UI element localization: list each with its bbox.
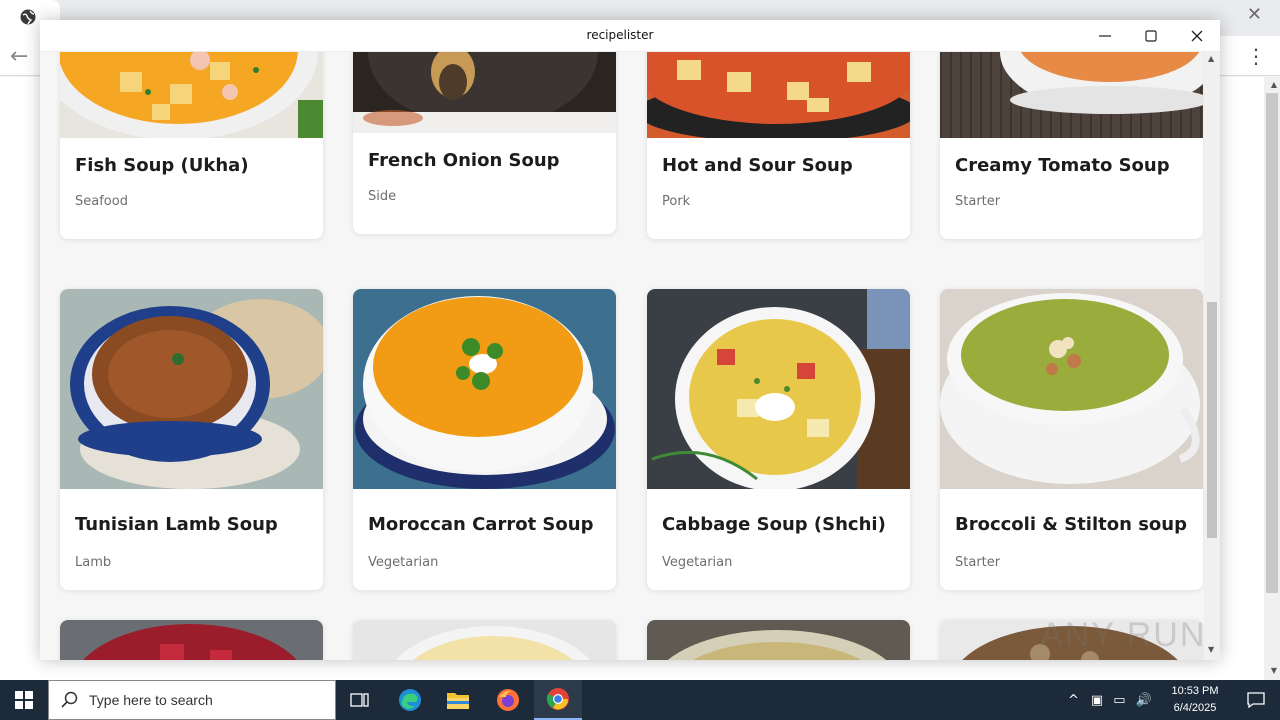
recipe-card[interactable]: Broccoli & Stilton soup Starter <box>940 289 1203 590</box>
recipe-image <box>353 620 616 660</box>
recipe-category: Seafood <box>75 194 128 209</box>
chevron-up-icon[interactable]: ^ <box>1068 693 1079 708</box>
recipe-title: French Onion Soup <box>368 150 560 171</box>
browser-close-icon[interactable]: ✕ <box>1247 4 1262 25</box>
back-arrow-icon[interactable]: ← <box>10 44 28 69</box>
maximize-button[interactable] <box>1128 20 1174 52</box>
recipe-image <box>60 620 323 660</box>
taskbar: Type here to search ^ ▣ ▭ 🔊 10:53 PM 6/4… <box>0 680 1280 720</box>
task-view-button[interactable] <box>336 680 384 720</box>
recipe-image <box>940 52 1203 138</box>
globe-icon <box>20 9 36 25</box>
watermark: ANY RUN <box>1040 616 1207 654</box>
network-icon[interactable]: ▭ <box>1113 693 1125 708</box>
search-placeholder: Type here to search <box>89 692 213 708</box>
firefox-taskbar-button[interactable] <box>484 680 532 720</box>
window-title: recipelister <box>586 28 654 42</box>
browser-scroll-down-icon[interactable]: ▼ <box>1271 666 1277 675</box>
recipe-grid[interactable]: Fish Soup (Ukha) Seafood French Onion So… <box>40 52 1220 660</box>
recipe-image <box>353 289 616 489</box>
notification-icon <box>1247 692 1265 708</box>
recipe-card[interactable] <box>647 620 910 660</box>
recipe-card[interactable] <box>60 620 323 660</box>
recipe-image <box>940 289 1203 489</box>
system-tray: ^ ▣ ▭ 🔊 <box>1068 680 1152 720</box>
app-window: recipelister Fish Soup (Ukha) Seafood Fr… <box>40 20 1220 660</box>
close-icon <box>1191 30 1203 42</box>
chrome-taskbar-button[interactable] <box>534 680 582 720</box>
recipe-title: Cabbage Soup (Shchi) <box>662 514 886 535</box>
scroll-down-icon[interactable]: ▼ <box>1208 645 1214 654</box>
close-button[interactable] <box>1174 20 1220 52</box>
recipe-category: Vegetarian <box>662 555 733 570</box>
taskbar-clock[interactable]: 10:53 PM 6/4/2025 <box>1160 683 1230 717</box>
recipe-card[interactable]: Tunisian Lamb Soup Lamb <box>60 289 323 590</box>
minimize-icon <box>1099 35 1111 37</box>
search-icon <box>61 691 78 708</box>
recipe-card[interactable]: Cabbage Soup (Shchi) Vegetarian <box>647 289 910 590</box>
recipe-card[interactable]: French Onion Soup Side <box>353 52 616 234</box>
recipe-title: Moroccan Carrot Soup <box>368 514 594 535</box>
recipe-category: Vegetarian <box>368 555 439 570</box>
recipe-card[interactable]: Moroccan Carrot Soup Vegetarian <box>353 289 616 590</box>
recipe-image <box>647 52 910 138</box>
browser-scrollbar-thumb[interactable] <box>1266 93 1278 593</box>
recipe-card[interactable]: Fish Soup (Ukha) Seafood <box>60 52 323 239</box>
recipe-card[interactable] <box>353 620 616 660</box>
device-icon[interactable]: ▣ <box>1091 693 1103 708</box>
scroll-up-icon[interactable]: ▲ <box>1208 54 1214 63</box>
recipe-category: Pork <box>662 194 691 209</box>
recipe-title: Hot and Sour Soup <box>662 155 853 176</box>
scrollbar-thumb[interactable] <box>1207 302 1217 538</box>
volume-icon[interactable]: 🔊 <box>1136 693 1152 708</box>
recipe-category: Starter <box>955 555 1001 570</box>
recipe-title: Tunisian Lamb Soup <box>75 514 278 535</box>
recipe-title: Broccoli & Stilton soup <box>955 514 1187 535</box>
recipe-title: Creamy Tomato Soup <box>955 155 1170 176</box>
edge-taskbar-button[interactable] <box>386 680 434 720</box>
edge-icon <box>399 689 421 711</box>
taskbar-search-box[interactable]: Type here to search <box>48 680 336 720</box>
recipe-category: Side <box>368 189 397 204</box>
recipe-image <box>647 620 910 660</box>
recipe-card[interactable]: Creamy Tomato Soup Starter <box>940 52 1203 239</box>
minimize-button[interactable] <box>1082 20 1128 52</box>
notifications-button[interactable] <box>1232 680 1280 720</box>
recipe-image <box>353 52 616 133</box>
clock-date: 6/4/2025 <box>1173 702 1217 714</box>
recipe-card[interactable]: Hot and Sour Soup Pork <box>647 52 910 239</box>
recipe-title: Fish Soup (Ukha) <box>75 155 249 176</box>
clock-time: 10:53 PM <box>1171 685 1219 697</box>
firefox-icon <box>497 689 519 711</box>
maximize-icon <box>1145 30 1157 42</box>
start-button[interactable] <box>0 680 48 720</box>
folder-icon <box>447 693 469 709</box>
recipe-category: Starter <box>955 194 1001 209</box>
file-explorer-taskbar-button[interactable] <box>434 680 482 720</box>
content-scrollbar[interactable]: ▲ ▼ <box>1204 52 1220 660</box>
recipe-image <box>647 289 910 489</box>
browser-scroll-up-icon[interactable]: ▲ <box>1271 80 1277 89</box>
recipe-category: Lamb <box>75 555 112 570</box>
recipe-image <box>60 289 323 489</box>
browser-menu-icon[interactable]: ⋮ <box>1246 44 1266 68</box>
title-bar: recipelister <box>40 20 1220 52</box>
task-view-icon <box>350 693 369 707</box>
chrome-icon <box>546 688 569 710</box>
recipe-image <box>60 52 323 138</box>
windows-logo-icon <box>15 691 33 709</box>
